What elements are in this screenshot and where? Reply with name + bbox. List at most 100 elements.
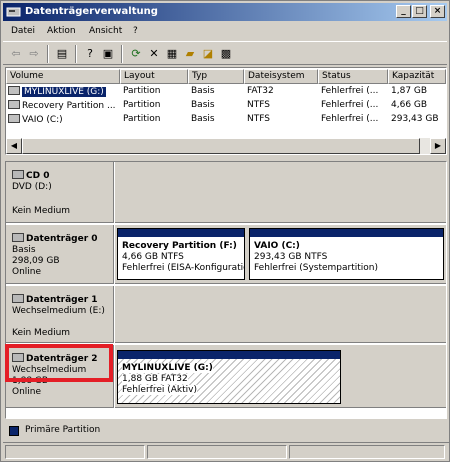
legend: Primäre Partition xyxy=(5,422,447,440)
close-button[interactable]: × xyxy=(430,5,445,18)
disk-management-icon xyxy=(6,7,21,17)
volume-status: Fehlerfrei (... xyxy=(321,100,379,110)
column-kapazitaet[interactable]: Kapazität xyxy=(388,69,446,84)
table-row[interactable]: VAIO (C:) Partition Basis NTFS Fehlerfre… xyxy=(6,113,446,127)
scroll-right-icon[interactable]: ▶ xyxy=(430,138,446,154)
menu-datei[interactable]: Datei xyxy=(11,26,35,36)
menu-help[interactable]: ? xyxy=(133,26,138,36)
console-icon[interactable]: ▣ xyxy=(99,45,117,63)
back-icon[interactable]: ⇦ xyxy=(7,45,25,63)
primary-partition-bar xyxy=(250,229,443,237)
table-row[interactable]: Recovery Partition ... Partition Basis N… xyxy=(6,99,446,113)
volume-kapazitaet: 1,87 GB xyxy=(391,86,428,96)
volume-status: Fehlerfrei (... xyxy=(321,86,379,96)
partition-size: 293,43 GB NTFS xyxy=(254,252,328,262)
partition-size: 4,66 GB NTFS xyxy=(122,252,184,262)
partition-name: VAIO (C:) xyxy=(254,241,300,251)
volume-icon xyxy=(8,100,20,109)
forward-icon[interactable]: ⇨ xyxy=(25,45,43,63)
column-typ[interactable]: Typ xyxy=(188,69,244,84)
partition-name: MYLINUXLIVE (G:) xyxy=(122,363,213,373)
disk-area-1[interactable] xyxy=(115,286,446,343)
partition-status: Fehlerfrei (Systempartition) xyxy=(254,263,379,273)
minimize-button[interactable]: _ xyxy=(396,5,411,18)
volume-kapazitaet: 4,66 GB xyxy=(391,100,428,110)
properties-icon[interactable]: ▦ xyxy=(163,45,181,63)
status-segment xyxy=(5,445,145,459)
title-bar[interactable]: Datenträgerverwaltung _ □ × xyxy=(3,3,447,21)
partition-size: 1,88 GB FAT32 xyxy=(122,374,188,384)
disk-name: CD 0 xyxy=(26,171,50,181)
disk-line: Kein Medium xyxy=(12,206,71,216)
volume-name: VAIO (C:) xyxy=(22,115,63,125)
open-icon[interactable]: ▰ xyxy=(181,45,199,63)
partition-recovery[interactable]: Recovery Partition (F:) 4,66 GB NTFS Feh… xyxy=(117,228,245,280)
horizontal-scrollbar[interactable]: ◀ ▶ xyxy=(6,138,446,154)
disk-area-0: Recovery Partition (F:) 4,66 GB NTFS Feh… xyxy=(115,225,446,284)
window-title: Datenträgerverwaltung xyxy=(25,6,158,17)
refresh-icon[interactable]: ⟳ xyxy=(127,45,145,63)
explore-icon[interactable]: ◪ xyxy=(199,45,217,63)
disk-line: Online xyxy=(12,267,42,277)
disk-info-cd0[interactable]: CD 0 DVD (D:) Kein Medium xyxy=(6,162,114,223)
delete-icon[interactable]: ✕ xyxy=(145,45,163,63)
legend-label: Primäre Partition xyxy=(25,425,101,435)
menu-aktion[interactable]: Aktion xyxy=(47,26,76,36)
partition-vaio[interactable]: VAIO (C:) 293,43 GB NTFS Fehlerfrei (Sys… xyxy=(249,228,444,280)
column-layout[interactable]: Layout xyxy=(120,69,188,84)
status-bar xyxy=(3,442,449,460)
table-row[interactable]: MYLINUXLIVE (G:) Partition Basis FAT32 F… xyxy=(6,85,446,99)
volume-dateisystem: FAT32 xyxy=(247,86,274,96)
volume-status: Fehlerfrei (... xyxy=(321,114,379,124)
partition-status: Fehlerfrei (Aktiv) xyxy=(122,385,197,395)
cd-drive-icon xyxy=(12,170,24,179)
volume-typ: Basis xyxy=(191,100,215,110)
properties-view-icon[interactable]: ▤ xyxy=(53,45,71,63)
column-dateisystem[interactable]: Dateisystem xyxy=(244,69,318,84)
volume-list: Volume Layout Typ Dateisystem Status Kap… xyxy=(5,67,447,155)
disk-line: Basis xyxy=(12,245,36,255)
partition-status: Fehlerfrei (EISA-Konfiguratic xyxy=(122,263,244,273)
disk-icon xyxy=(12,233,24,242)
toolbar-separator xyxy=(47,45,49,63)
disk-line: Online xyxy=(12,387,42,397)
partition-mylinuxlive[interactable]: MYLINUXLIVE (G:) 1,88 GB FAT32 Fehlerfre… xyxy=(117,350,341,404)
volume-typ: Basis xyxy=(191,114,215,124)
column-volume[interactable]: Volume xyxy=(6,69,120,84)
disk-line: 298,09 GB xyxy=(12,256,60,266)
highlight-box xyxy=(5,344,113,382)
menu-bar: Datei Aktion Ansicht ? xyxy=(3,22,447,41)
disk-line: Wechselmedium (E:) xyxy=(12,306,105,316)
toolbar-separator xyxy=(75,45,77,63)
disk-name: Datenträger 1 xyxy=(26,295,98,305)
disk-management-window: Datenträgerverwaltung _ □ × Datei Aktion… xyxy=(0,0,450,462)
volume-kapazitaet: 293,43 GB xyxy=(391,114,439,124)
removable-disk-icon xyxy=(12,294,24,303)
volume-name: MYLINUXLIVE (G:) xyxy=(22,87,106,97)
legend-swatch xyxy=(9,426,19,436)
volume-layout: Partition xyxy=(123,114,161,124)
volume-name: Recovery Partition ... xyxy=(22,101,116,111)
maximize-button[interactable]: □ xyxy=(412,5,427,18)
toolbar: ⇦ ⇨ ▤ ? ▣ ⟳ ✕ ▦ ▰ ◪ ▩ xyxy=(3,41,447,65)
volume-icon xyxy=(8,114,20,123)
status-segment xyxy=(147,445,287,459)
scrollbar-thumb[interactable] xyxy=(22,138,420,154)
disk-area-cd0[interactable] xyxy=(115,162,446,223)
menu-ansicht[interactable]: Ansicht xyxy=(89,26,122,36)
partition-name: Recovery Partition (F:) xyxy=(122,241,237,251)
primary-partition-bar xyxy=(118,351,340,359)
volume-dateisystem: NTFS xyxy=(247,100,270,110)
volume-layout: Partition xyxy=(123,100,161,110)
volume-layout: Partition xyxy=(123,86,161,96)
settings-icon[interactable]: ▩ xyxy=(217,45,235,63)
scroll-left-icon[interactable]: ◀ xyxy=(6,138,22,154)
primary-partition-bar xyxy=(118,229,244,237)
disk-line: Kein Medium xyxy=(12,328,71,338)
disk-info-1[interactable]: Datenträger 1 Wechselmedium (E:) Kein Me… xyxy=(6,286,114,343)
column-status[interactable]: Status xyxy=(318,69,388,84)
disk-info-0[interactable]: Datenträger 0 Basis 298,09 GB Online xyxy=(6,225,114,284)
help-icon[interactable]: ? xyxy=(81,45,99,63)
disk-line: DVD (D:) xyxy=(12,182,52,192)
status-segment xyxy=(289,445,445,459)
